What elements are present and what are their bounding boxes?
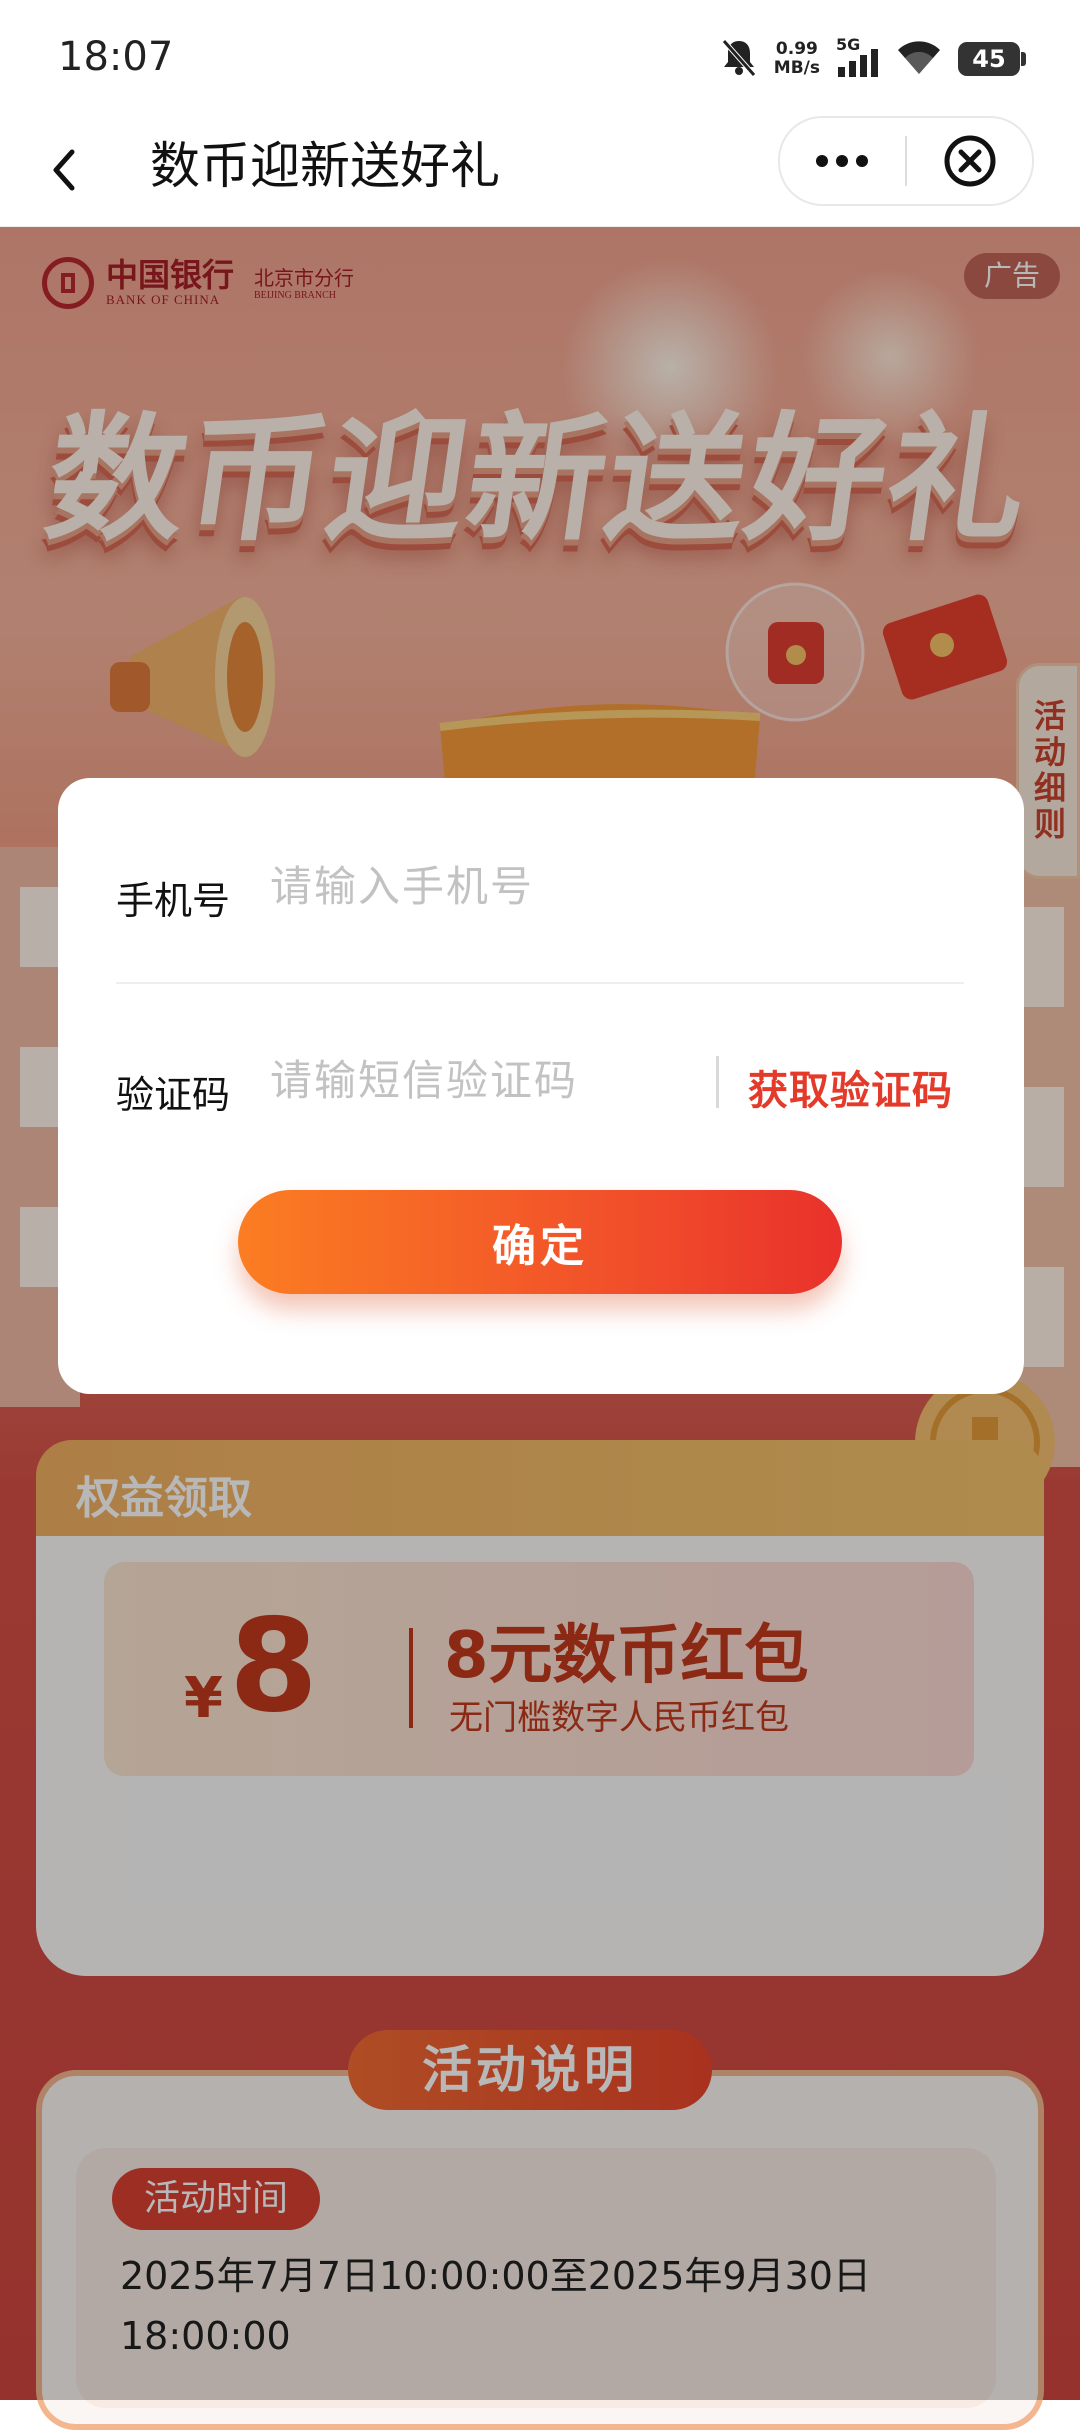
phone-input[interactable] — [270, 856, 950, 916]
status-bar: 18:07 0.99 MB/s 5G 45 — [0, 0, 1080, 112]
login-modal: 手机号 验证码 获取验证码 确定 — [58, 778, 1024, 1394]
close-button[interactable] — [908, 118, 1032, 204]
capsule-divider — [905, 136, 907, 186]
status-icons: 0.99 MB/s 5G 45 — [720, 34, 1026, 84]
nav-bar: 数币迎新送好礼 — [0, 112, 1080, 227]
back-button[interactable] — [40, 130, 120, 210]
status-time: 18:07 — [58, 34, 174, 80]
net-speed-value: 0.99 — [775, 39, 818, 59]
code-separator — [716, 1056, 719, 1108]
mute-bell-icon — [720, 37, 758, 81]
close-circle-icon — [944, 135, 996, 187]
page-title: 数币迎新送好礼 — [150, 137, 500, 195]
back-chevron-icon — [53, 149, 75, 191]
sms-code-input[interactable] — [270, 1050, 690, 1110]
net-speed-unit: MB/s — [773, 58, 820, 78]
wifi-icon — [896, 38, 942, 80]
phone-label: 手机号 — [116, 879, 231, 923]
mini-program-capsule — [778, 116, 1034, 206]
battery-level: 45 — [972, 45, 1006, 73]
confirm-button[interactable]: 确定 — [238, 1190, 842, 1294]
more-button[interactable] — [780, 118, 904, 204]
net-speed: 0.99 MB/s — [774, 40, 820, 78]
get-code-button[interactable]: 获取验证码 — [748, 1058, 953, 1116]
code-label: 验证码 — [116, 1073, 231, 1117]
form-divider — [116, 982, 964, 984]
signal-icon: 5G — [836, 35, 880, 79]
battery-icon: 45 — [958, 42, 1026, 76]
more-dots-icon — [816, 155, 868, 167]
